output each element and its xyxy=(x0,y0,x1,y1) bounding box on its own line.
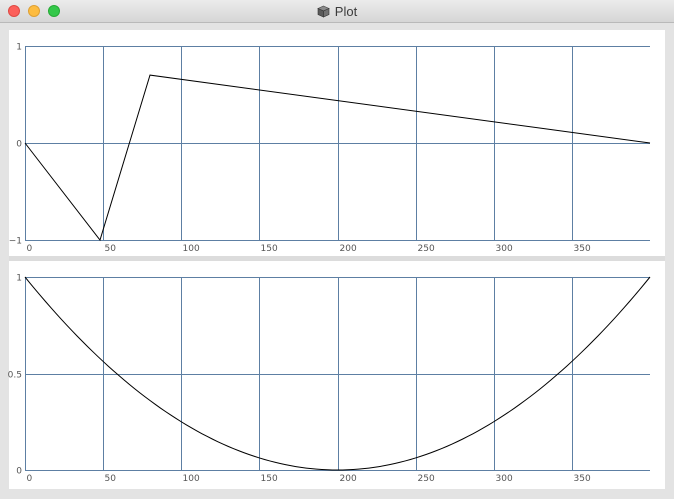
x-tick-label: 100 xyxy=(183,474,200,484)
x-tick-label: 200 xyxy=(340,474,357,484)
y-tick-label: 1 xyxy=(16,274,22,284)
x-tick-label: 250 xyxy=(418,474,435,484)
x-tick-label: 350 xyxy=(574,474,591,484)
x-tick-label: 150 xyxy=(261,474,278,484)
x-tick-label: 50 xyxy=(105,474,117,484)
y-tick-label: 0 xyxy=(16,467,22,477)
y-tick-label: 0.5 xyxy=(8,371,22,381)
x-tick-label: 300 xyxy=(496,474,513,484)
plot-window: Plot 0 50 100 150 200 250 300 350 −1 0 1 0 50 100 150… xyxy=(0,0,674,499)
series-line xyxy=(24,276,651,471)
x-tick-label: 0 xyxy=(27,474,33,484)
chart-bottom: 0 50 100 150 200 250 300 350 0 0.5 1 xyxy=(8,274,651,484)
